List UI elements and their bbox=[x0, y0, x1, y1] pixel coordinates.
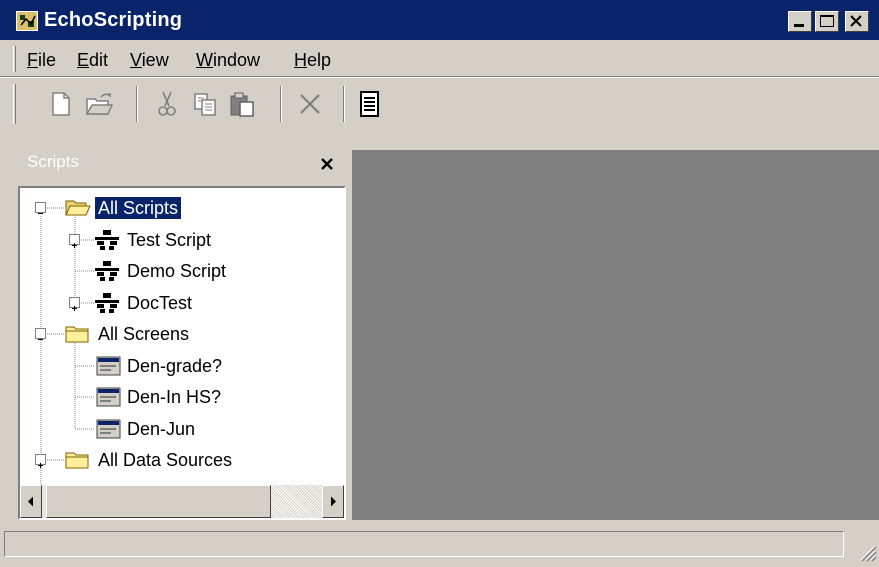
expand-toggle[interactable] bbox=[35, 454, 46, 468]
scroll-track[interactable] bbox=[271, 485, 322, 518]
open-folder-icon[interactable] bbox=[84, 88, 114, 120]
menu-window[interactable]: Window bbox=[196, 50, 260, 71]
menu-view[interactable]: View bbox=[130, 50, 169, 71]
tree-item-test-script[interactable]: Test Script bbox=[124, 229, 214, 251]
app-icon bbox=[16, 11, 38, 31]
screen-icon bbox=[96, 387, 121, 407]
plus-icon bbox=[72, 243, 77, 248]
tree-item-all-data-sources[interactable]: All Data Sources bbox=[95, 449, 235, 471]
scroll-left-button[interactable] bbox=[20, 485, 42, 518]
tree-item-all-screens[interactable]: All Screens bbox=[95, 323, 192, 345]
script-icon bbox=[95, 261, 119, 281]
window-title: EchoScripting bbox=[44, 9, 183, 31]
script-tree[interactable]: All Scripts Test Script Demo Script DocT… bbox=[18, 186, 346, 520]
script-icon bbox=[95, 293, 119, 313]
menu-file[interactable]: File bbox=[27, 50, 56, 71]
tree-item-den-jun[interactable]: Den-Jun bbox=[124, 418, 198, 440]
expand-toggle[interactable] bbox=[69, 234, 80, 248]
plus-icon bbox=[38, 463, 43, 468]
maximize-icon bbox=[820, 15, 834, 27]
delete-icon[interactable] bbox=[295, 88, 325, 120]
properties-icon[interactable] bbox=[355, 88, 385, 120]
plus-icon bbox=[72, 306, 77, 311]
close-button[interactable] bbox=[845, 11, 869, 32]
tree-item-all-scripts[interactable]: All Scripts bbox=[95, 197, 182, 219]
expand-toggle[interactable] bbox=[69, 297, 80, 311]
cut-icon[interactable] bbox=[152, 88, 182, 120]
close-icon bbox=[850, 15, 862, 27]
menu-bar-grip[interactable] bbox=[13, 46, 16, 72]
toolbar-separator bbox=[343, 86, 345, 122]
tree-item-doctest[interactable]: DocTest bbox=[124, 292, 195, 314]
pane-close-icon[interactable] bbox=[318, 156, 336, 172]
status-bar-panel bbox=[4, 531, 844, 557]
screen-icon bbox=[96, 419, 121, 439]
paste-icon[interactable] bbox=[227, 88, 257, 120]
toolbar-divider bbox=[0, 76, 879, 78]
arrow-left-icon bbox=[28, 496, 33, 507]
collapse-toggle[interactable] bbox=[35, 202, 46, 214]
collapse-toggle[interactable] bbox=[35, 328, 46, 340]
pane-title: Scripts bbox=[27, 152, 79, 171]
mdi-workspace[interactable] bbox=[352, 150, 879, 520]
maximize-button[interactable] bbox=[815, 11, 839, 32]
screen-icon bbox=[96, 356, 121, 376]
tree-item-den-grade[interactable]: Den-grade? bbox=[124, 355, 225, 377]
new-document-icon[interactable] bbox=[46, 88, 76, 120]
script-icon bbox=[95, 230, 119, 250]
horizontal-scrollbar[interactable] bbox=[20, 485, 344, 518]
resize-grip-icon[interactable] bbox=[855, 540, 877, 562]
minimize-icon bbox=[794, 24, 804, 27]
tree-item-den-in-hs[interactable]: Den-In HS? bbox=[124, 386, 224, 408]
menu-help[interactable]: Help bbox=[294, 50, 331, 71]
minimize-button[interactable] bbox=[788, 11, 812, 32]
tree-item-demo-script[interactable]: Demo Script bbox=[124, 260, 229, 282]
folder-icon bbox=[65, 452, 89, 469]
toolbar-separator bbox=[280, 86, 282, 122]
scroll-thumb[interactable] bbox=[46, 485, 271, 518]
folder-open-icon bbox=[65, 200, 91, 216]
toolbar-grip[interactable] bbox=[13, 84, 16, 124]
folder-icon bbox=[65, 326, 89, 343]
scroll-right-button[interactable] bbox=[322, 485, 344, 518]
toolbar-separator bbox=[136, 86, 138, 122]
minus-icon bbox=[38, 339, 43, 340]
copy-icon[interactable] bbox=[190, 88, 220, 120]
minus-icon bbox=[38, 213, 43, 214]
arrow-right-icon bbox=[331, 496, 336, 507]
menu-edit[interactable]: Edit bbox=[77, 50, 108, 71]
